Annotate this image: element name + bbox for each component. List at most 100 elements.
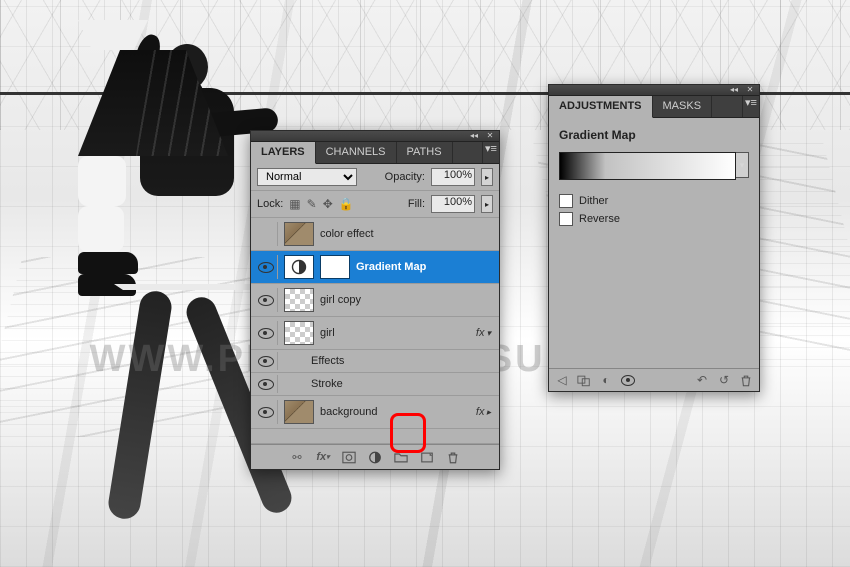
eye-icon [621,375,635,386]
adjustment-title: Gradient Map [559,126,749,152]
sailor-collar [78,20,148,50]
legwarmer-right [78,206,124,252]
eye-icon [258,295,274,306]
leg-left [106,289,174,521]
adjustment-icon[interactable] [368,450,382,464]
dither-label: Dither [579,195,608,207]
visibility-toggle[interactable] [255,255,278,279]
reset-icon[interactable]: ↺ [717,373,731,387]
panel-menu-icon[interactable]: ▾≡ [482,142,499,163]
layer-girl[interactable]: girl fx▾ [251,317,499,350]
close-icon[interactable]: ✕ [745,86,755,94]
layer-list: color effect Gradient Map girl copy girl… [251,218,499,444]
effect-stroke-label: Stroke [311,378,343,390]
layer-girl-copy[interactable]: girl copy [251,284,499,317]
visibility-toggle[interactable] [255,222,278,246]
checkbox-box [559,194,573,208]
eye-icon [258,328,274,339]
fx-icon[interactable]: fx▾ [316,450,330,464]
layer-mask-icon[interactable] [320,255,350,279]
tab-layers[interactable]: LAYERS [251,142,316,164]
tab-adjustments[interactable]: ADJUSTMENTS [549,96,653,118]
lock-position-icon[interactable]: ✥ [323,197,333,211]
clip-icon[interactable]: ◐ [599,373,613,387]
effect-stroke-row[interactable]: Stroke [251,373,499,396]
close-icon[interactable]: ✕ [485,132,495,140]
collapse-icon[interactable]: ◂◂ [469,132,479,140]
fx-badge[interactable]: fx▸ [476,406,495,418]
fx-badge[interactable]: fx▾ [476,327,495,339]
layer-name[interactable]: Gradient Map [356,261,495,273]
lock-label: Lock: [257,198,283,210]
panel-menu-icon[interactable]: ▾≡ [742,96,759,117]
tab-spacer [453,142,482,163]
layers-body: Normal Opacity: 100% ▸ Lock: ▦ ✎ ✥ 🔒 Fil… [251,164,499,469]
presets-icon[interactable] [577,373,591,387]
tab-spacer [712,96,742,117]
visibility-toggle[interactable] [255,352,278,370]
fill-label: Fill: [408,198,425,210]
fill-stepper[interactable]: ▸ [481,195,493,213]
effects-heading-row[interactable]: Effects [251,350,499,373]
visibility-icon[interactable] [621,373,635,387]
layers-footer: ⚯ fx▾ [251,444,499,469]
blend-opacity-row: Normal Opacity: 100% ▸ [251,164,499,191]
dither-checkbox[interactable]: Dither [559,194,749,208]
panel-titlebar[interactable]: ◂◂ ✕ [549,85,759,96]
reverse-label: Reverse [579,213,620,225]
trash-icon[interactable] [739,373,753,387]
layers-tabs: LAYERS CHANNELS PATHS ▾≡ [251,142,499,164]
tab-masks[interactable]: MASKS [653,96,713,117]
layers-panel: ◂◂ ✕ LAYERS CHANNELS PATHS ▾≡ Normal Opa… [250,130,500,470]
layer-name[interactable]: background [320,406,470,418]
visibility-toggle[interactable] [255,375,278,393]
eye-icon [258,379,274,390]
layer-background[interactable]: background fx▸ [251,396,499,429]
tab-channels[interactable]: CHANNELS [316,142,397,163]
new-layer-icon[interactable] [420,450,434,464]
gradient-row: ▾ [559,152,749,180]
reverse-checkbox[interactable]: Reverse [559,212,749,226]
mask-icon[interactable] [342,450,356,464]
lock-fill-row: Lock: ▦ ✎ ✥ 🔒 Fill: 100% ▸ [251,191,499,218]
opacity-stepper[interactable]: ▸ [481,168,493,186]
group-icon[interactable] [394,450,408,464]
legwarmer-left [78,156,126,206]
back-icon[interactable]: ◁ [555,373,569,387]
adjustments-tabs: ADJUSTMENTS MASKS ▾≡ [549,96,759,118]
gradient-dropdown-icon[interactable]: ▾ [736,152,749,178]
layer-thumb-icon [284,288,314,312]
opacity-field[interactable]: 100% [431,168,475,186]
lock-transparency-icon[interactable]: ▦ [289,197,300,211]
eye-icon [258,356,274,367]
visibility-toggle[interactable] [255,400,278,424]
layer-name[interactable]: girl [320,327,470,339]
tab-paths[interactable]: PATHS [397,142,453,163]
layer-list-padding [251,429,499,444]
visibility-toggle[interactable] [255,288,278,312]
skirt-hem [114,284,264,290]
layer-name[interactable]: girl copy [320,294,495,306]
opacity-label: Opacity: [385,171,425,183]
lock-all-icon[interactable]: 🔒 [339,197,354,211]
fill-field[interactable]: 100% [431,195,475,213]
adjustments-body: Gradient Map ▾ Dither Reverse [549,118,759,368]
effects-label: Effects [311,355,344,367]
panel-titlebar[interactable]: ◂◂ ✕ [251,131,499,142]
blend-mode-select[interactable]: Normal [257,168,357,186]
visibility-toggle[interactable] [255,321,278,345]
layer-name[interactable]: color effect [320,228,495,240]
layer-gradient-map[interactable]: Gradient Map [251,251,499,284]
eye-icon [258,262,274,273]
lock-icons-group: ▦ ✎ ✥ 🔒 [289,197,353,211]
gradient-preview[interactable] [559,152,736,180]
adjustment-thumb-icon [284,255,314,279]
checkbox-box [559,212,573,226]
layer-thumb-icon [284,321,314,345]
previous-icon[interactable]: ↶ [695,373,709,387]
lock-pixels-icon[interactable]: ✎ [307,197,317,211]
collapse-icon[interactable]: ◂◂ [729,86,739,94]
layer-color-effect[interactable]: color effect [251,218,499,251]
link-icon[interactable]: ⚯ [290,450,304,464]
trash-icon[interactable] [446,450,460,464]
